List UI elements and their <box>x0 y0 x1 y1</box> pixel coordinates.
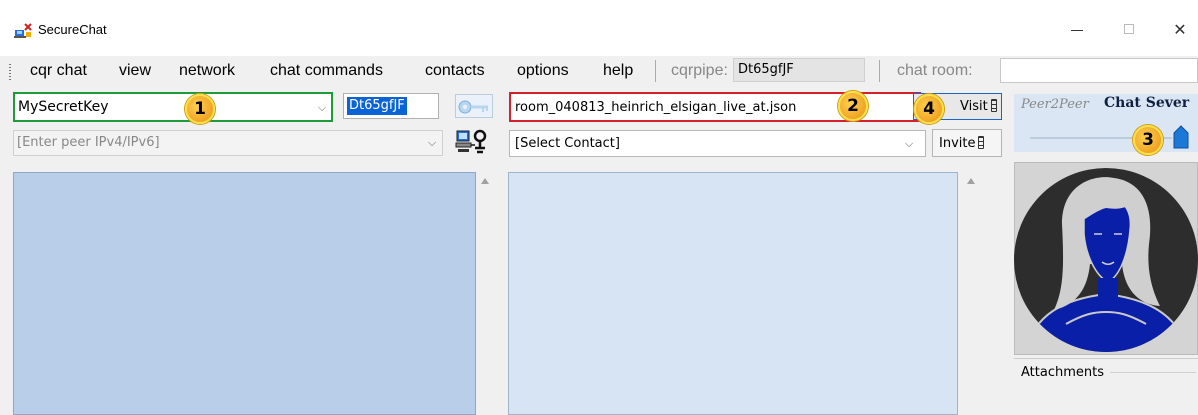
attachments-label: Attachments <box>1021 365 1104 380</box>
scroll-up-icon[interactable] <box>967 178 975 184</box>
invite-label: Invite <box>939 135 985 152</box>
room-file-value: room_040813_heinrich_elsigan_live_at.jso… <box>515 100 797 115</box>
chat-room-input[interactable] <box>1000 58 1198 83</box>
menu-view[interactable]: view <box>119 61 151 81</box>
attachments-divider <box>1110 372 1196 373</box>
pipe-value: Dt65gfJF <box>347 97 407 115</box>
menu-network[interactable]: network <box>179 61 235 81</box>
chat-room-label: chat room: <box>897 62 973 79</box>
chevron-down-icon[interactable]: ⌵ <box>426 137 438 149</box>
key-icon <box>458 100 488 114</box>
secret-key-value: MySecretKey <box>18 99 109 115</box>
device-icon <box>990 99 997 112</box>
pipe-field[interactable]: Dt65gfJF <box>343 93 439 119</box>
tab-peer2peer[interactable]: Peer2Peer <box>1021 97 1089 112</box>
menu-bar: cqr chat view network chat commands cont… <box>0 56 1198 86</box>
callout-3: 3 <box>1133 125 1163 155</box>
center-chat-panel[interactable] <box>508 172 958 415</box>
key-button[interactable] <box>455 94 493 118</box>
avatar <box>1014 168 1198 352</box>
maximize-icon <box>1124 24 1134 34</box>
menu-options[interactable]: options <box>517 61 569 81</box>
callout-1: 1 <box>185 94 215 124</box>
menu-contacts[interactable]: contacts <box>425 61 485 81</box>
menu-grip[interactable] <box>9 64 11 80</box>
visit-label: Visit <box>960 98 997 115</box>
menu-separator <box>655 60 656 82</box>
scroll-up-icon[interactable] <box>481 178 489 184</box>
secret-key-combo[interactable]: MySecretKey ⌵ <box>13 92 333 122</box>
mode-slider-thumb[interactable] <box>1173 125 1189 149</box>
peer-address-placeholder: [Enter peer IPv4/IPv6] <box>17 135 160 150</box>
menu-cqr-chat[interactable]: cqr chat <box>30 61 87 81</box>
close-icon: ✕ <box>1173 20 1187 39</box>
securechat-app-icon <box>14 23 32 38</box>
cqrpipe-label: cqrpipe: <box>671 62 728 79</box>
chevron-down-icon[interactable]: ⌵ <box>903 138 915 150</box>
close-button[interactable]: ✕ <box>1160 18 1198 42</box>
network-connect-icon <box>455 129 487 154</box>
chevron-down-icon[interactable]: ⌵ <box>316 102 328 114</box>
peer-address-combo[interactable]: [Enter peer IPv4/IPv6] ⌵ <box>13 130 443 156</box>
menu-help[interactable]: help <box>603 61 633 81</box>
center-scrollbar[interactable] <box>959 172 999 415</box>
minimize-icon <box>1071 30 1083 31</box>
contact-select[interactable]: [Select Contact] ⌵ <box>509 130 926 157</box>
callout-2: 2 <box>838 91 868 121</box>
menu-chat-commands[interactable]: chat commands <box>270 61 383 81</box>
maximize-button[interactable] <box>1110 18 1150 42</box>
left-scrollbar[interactable] <box>477 172 494 415</box>
left-chat-panel[interactable] <box>13 172 476 415</box>
title-bar: SecureChat ✕ <box>0 12 1198 48</box>
minimize-button[interactable] <box>1058 18 1098 42</box>
menu-separator <box>879 60 880 82</box>
invite-button[interactable]: Invite <box>932 129 1002 157</box>
contact-select-value: [Select Contact] <box>515 136 620 151</box>
device-icon <box>978 136 985 149</box>
cqrpipe-field[interactable]: Dt65gfJF <box>733 58 865 82</box>
tab-chat-server[interactable]: Chat Sever <box>1104 95 1189 111</box>
window-title: SecureChat <box>38 22 107 37</box>
callout-4: 4 <box>914 94 944 124</box>
connect-peer-button[interactable] <box>455 128 493 156</box>
